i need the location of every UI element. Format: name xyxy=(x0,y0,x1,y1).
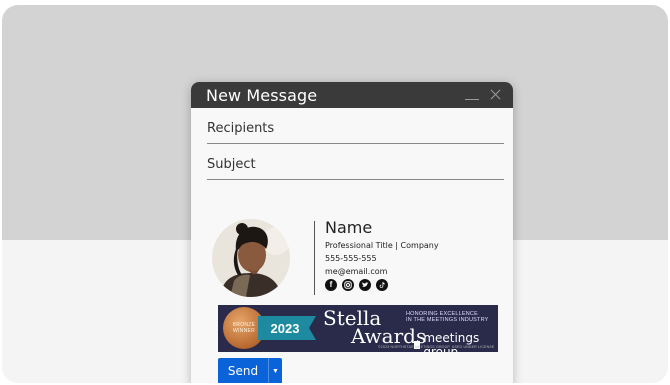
signature-divider xyxy=(314,221,315,295)
signature-phone: 555-555-555 xyxy=(325,254,377,263)
award-tagline: HONORING EXCELLENCE IN THE MEETINGS INDU… xyxy=(406,311,489,323)
social-links: f xyxy=(325,279,439,291)
window-controls xyxy=(465,88,503,102)
signature-email: me@email.com xyxy=(325,267,388,276)
tiktok-icon[interactable] xyxy=(376,279,388,291)
send-control: Send ▼ xyxy=(218,358,282,383)
award-banner: BRONZE WINNER 2023 Stella Awards HONORIN… xyxy=(218,305,498,352)
subject-label: Subject xyxy=(207,157,256,172)
send-button[interactable]: Send xyxy=(218,358,268,383)
signature-name: Name xyxy=(325,218,373,237)
award-year: 2023 xyxy=(270,320,300,336)
compose-title: New Message xyxy=(206,85,318,105)
instagram-icon[interactable] xyxy=(342,279,354,291)
recipients-label: Recipients xyxy=(207,121,275,136)
medal-text-winner: WINNER xyxy=(232,328,256,334)
tagline-line-2: IN THE MEETINGS INDUSTRY xyxy=(406,317,489,323)
compose-window: New Message Recipients Subject Name Prof… xyxy=(191,82,513,383)
avatar xyxy=(212,219,290,297)
compose-titlebar: New Message xyxy=(191,82,513,108)
recipients-field[interactable]: Recipients xyxy=(207,108,504,144)
signature-title-company: Professional Title | Company xyxy=(325,241,439,250)
minimize-icon[interactable] xyxy=(465,88,479,102)
screenshot-frame: New Message Recipients Subject Name Prof… xyxy=(2,5,668,383)
close-icon[interactable] xyxy=(489,88,503,102)
subject-field[interactable]: Subject xyxy=(207,144,504,180)
signature-details: Name Professional Title | Company 555-55… xyxy=(325,219,439,291)
twitter-icon[interactable] xyxy=(359,279,371,291)
email-signature: Name Professional Title | Company 555-55… xyxy=(212,219,502,297)
send-options-chevron-down-icon[interactable]: ▼ xyxy=(268,358,282,383)
facebook-icon[interactable]: f xyxy=(325,279,337,291)
year-ribbon: 2023 xyxy=(258,316,316,340)
banner-fine-print: ©2023 NORTHSTAR MEETINGS GROUP. USED UND… xyxy=(378,345,495,349)
